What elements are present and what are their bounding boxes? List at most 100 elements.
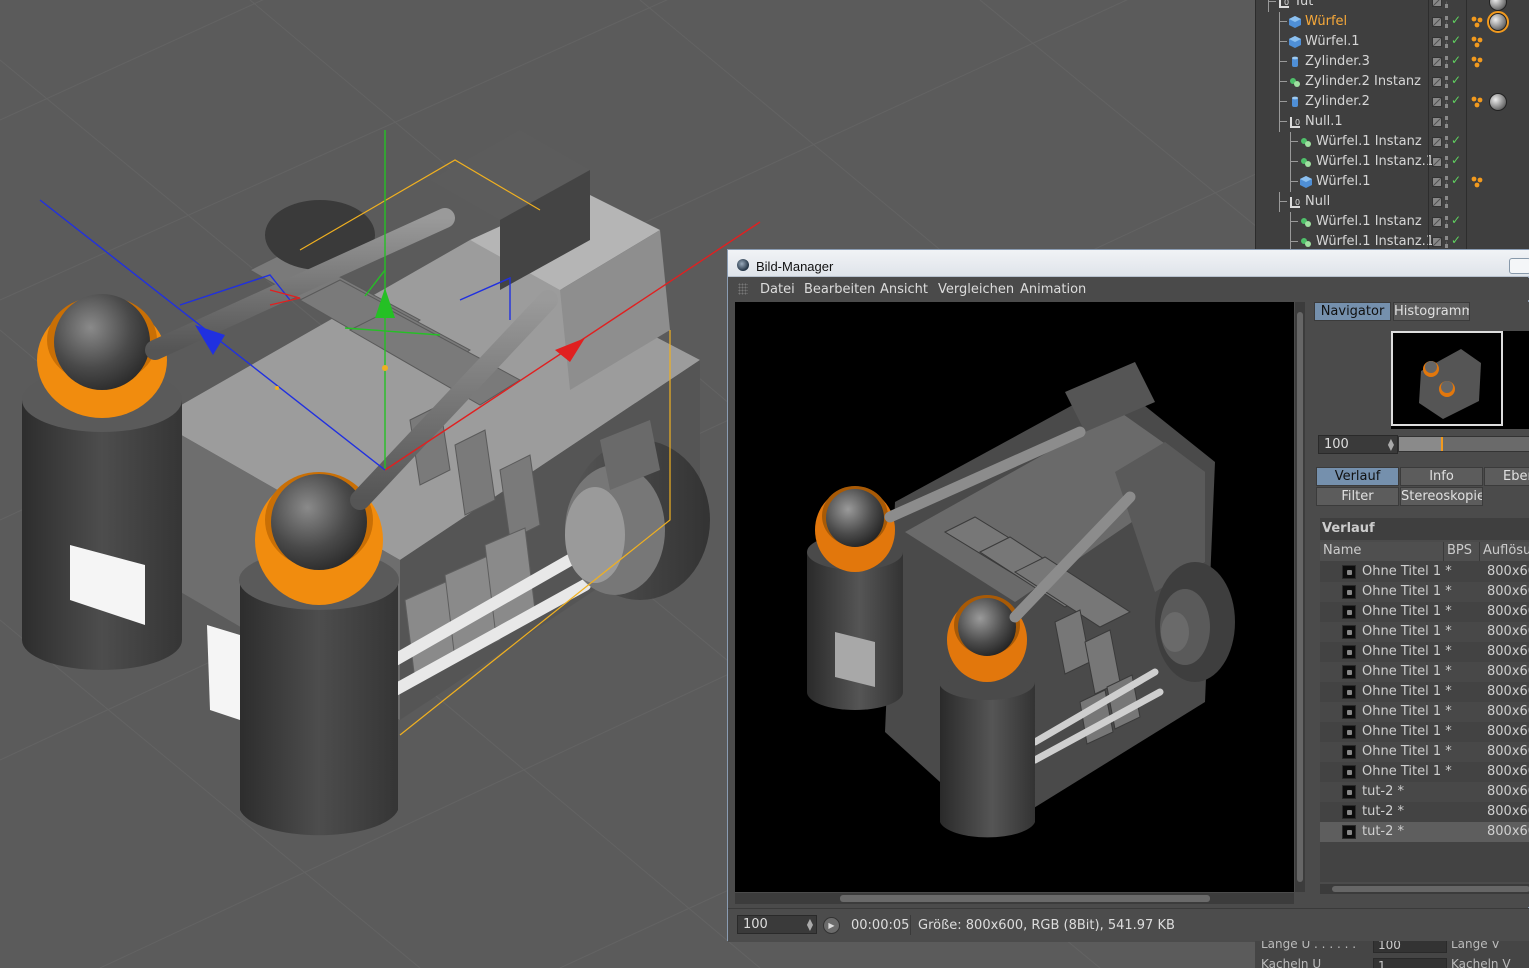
- object-name[interactable]: Tut: [1294, 0, 1313, 9]
- spinner-arrows-icon[interactable]: ▲ ▼: [1388, 438, 1394, 452]
- spinner-arrows-icon[interactable]: ▲ ▼: [807, 918, 813, 932]
- phong-tag-icon[interactable]: [1471, 56, 1483, 68]
- enabled-check-icon[interactable]: ✓: [1451, 233, 1461, 247]
- tab-histogramm[interactable]: Histogramm: [1393, 302, 1470, 321]
- verlauf-row[interactable]: tut-2 * 800x600: [1320, 782, 1529, 802]
- object-row[interactable]: Zylinder.3 ✓: [1256, 52, 1529, 72]
- scroll-thumb[interactable]: [1332, 886, 1529, 892]
- layer-icon[interactable]: [1432, 97, 1442, 107]
- tab-ebenen[interactable]: Ebenen: [1484, 467, 1529, 486]
- scroll-thumb[interactable]: [840, 895, 1210, 902]
- object-name[interactable]: Zylinder.3: [1305, 54, 1370, 69]
- layer-icon[interactable]: [1432, 217, 1442, 227]
- visibility-dots-icon[interactable]: [1445, 196, 1448, 208]
- visibility-dots-icon[interactable]: [1445, 176, 1448, 188]
- visibility-dots-icon[interactable]: [1445, 36, 1448, 48]
- navigator-thumbnail[interactable]: [1391, 331, 1529, 429]
- layer-icon[interactable]: [1432, 37, 1442, 47]
- object-manager[interactable]: 0 Tut Würfel ✓ Würfel.1 ✓ Zylinder.3 ✓ Zylinder.…: [1255, 0, 1529, 250]
- verlauf-row[interactable]: Ohne Titel 1 * 800x600: [1320, 582, 1529, 602]
- object-name[interactable]: Würfel.1 Instanz: [1316, 214, 1422, 229]
- menu-datei[interactable]: Datei: [760, 282, 795, 297]
- object-row[interactable]: 0 Tut: [1256, 0, 1529, 12]
- column-header-bps[interactable]: BPS: [1444, 542, 1480, 561]
- menu-ansicht[interactable]: Ansicht: [880, 282, 928, 297]
- window-minimize-button[interactable]: [1509, 258, 1529, 274]
- layer-icon[interactable]: [1432, 117, 1442, 127]
- tab-stereoskopie[interactable]: Stereoskopie: [1400, 487, 1483, 506]
- object-name[interactable]: Null.1: [1305, 114, 1343, 129]
- verlauf-row[interactable]: Ohne Titel 1 * 800x600: [1320, 742, 1529, 762]
- kacheln-u-input[interactable]: 1: [1373, 958, 1447, 968]
- enabled-check-icon[interactable]: ✓: [1451, 73, 1461, 87]
- object-row[interactable]: Würfel.1 Instanz ✓: [1256, 212, 1529, 232]
- layer-icon[interactable]: [1432, 137, 1442, 147]
- verlauf-row[interactable]: Ohne Titel 1 * 800x600: [1320, 602, 1529, 622]
- enabled-check-icon[interactable]: ✓: [1451, 13, 1461, 27]
- layer-icon[interactable]: [1432, 0, 1442, 7]
- verlauf-row[interactable]: Ohne Titel 1 * 800x600: [1320, 642, 1529, 662]
- verlauf-row[interactable]: Ohne Titel 1 * 800x600: [1320, 722, 1529, 742]
- verlauf-row[interactable]: Ohne Titel 1 * 800x600: [1320, 662, 1529, 682]
- object-row[interactable]: Würfel ✓: [1256, 11, 1529, 33]
- phong-tag-icon[interactable]: [1471, 36, 1483, 48]
- layer-icon[interactable]: [1432, 197, 1442, 207]
- object-row[interactable]: 0 Null.1: [1256, 112, 1529, 132]
- menu-animation[interactable]: Animation: [1020, 282, 1086, 297]
- object-row[interactable]: Zylinder.2 Instanz ✓: [1256, 72, 1529, 92]
- object-name[interactable]: Würfel.1: [1305, 34, 1360, 49]
- object-row[interactable]: Würfel.1 Instanz.1 ✓: [1256, 232, 1529, 250]
- render-canvas[interactable]: [735, 302, 1294, 892]
- enabled-check-icon[interactable]: ✓: [1451, 93, 1461, 107]
- visibility-dots-icon[interactable]: [1445, 236, 1448, 248]
- object-name[interactable]: Würfel.1 Instanz: [1316, 134, 1422, 149]
- object-name[interactable]: Würfel.1: [1316, 174, 1371, 189]
- navigator-zoom-slider[interactable]: [1398, 436, 1529, 452]
- object-name[interactable]: Würfel: [1305, 14, 1347, 29]
- verlauf-row[interactable]: Ohne Titel 1 * 800x600: [1320, 762, 1529, 782]
- window-titlebar[interactable]: Bild-Manager: [728, 250, 1529, 277]
- object-row[interactable]: Würfel.1 ✓: [1256, 32, 1529, 52]
- canvas-horizontal-scrollbar[interactable]: [735, 893, 1294, 904]
- verlauf-table[interactable]: Name BPS Auflösung Ohne Titel 1 * 800x600…: [1320, 542, 1529, 882]
- phong-tag-icon[interactable]: [1471, 16, 1483, 28]
- material-tag-icon[interactable]: [1489, 93, 1507, 111]
- scroll-thumb[interactable]: [1297, 312, 1303, 882]
- grip-handle-icon[interactable]: [738, 283, 748, 295]
- navigator-zoom-input[interactable]: 100 ▲ ▼: [1318, 435, 1398, 454]
- zoom-slider-handle[interactable]: [1440, 437, 1443, 451]
- layer-icon[interactable]: [1432, 17, 1442, 27]
- column-header-aufloesung[interactable]: Auflösung: [1480, 542, 1529, 561]
- tab-verlauf[interactable]: Verlauf: [1316, 467, 1399, 486]
- object-row[interactable]: Zylinder.2 ✓: [1256, 92, 1529, 112]
- phong-tag-icon[interactable]: [1471, 96, 1483, 108]
- verlauf-section-heading[interactable]: Verlauf: [1320, 518, 1529, 540]
- layer-icon[interactable]: [1432, 77, 1442, 87]
- object-name[interactable]: Null: [1305, 194, 1330, 209]
- canvas-vertical-scrollbar[interactable]: [1295, 302, 1305, 892]
- image-zoom-input[interactable]: 100 ▲ ▼: [737, 915, 817, 934]
- verlauf-horizontal-scrollbar[interactable]: [1320, 884, 1529, 894]
- object-name[interactable]: Zylinder.2: [1305, 94, 1370, 109]
- object-row[interactable]: Würfel.1 Instanz ✓: [1256, 132, 1529, 152]
- layer-icon[interactable]: [1432, 177, 1442, 187]
- visibility-dots-icon[interactable]: [1445, 16, 1448, 28]
- tab-filter[interactable]: Filter: [1316, 487, 1399, 506]
- object-row[interactable]: 0 Null: [1256, 192, 1529, 212]
- laenge-u-input[interactable]: 100: [1373, 941, 1447, 953]
- object-name[interactable]: Zylinder.2 Instanz: [1305, 74, 1421, 89]
- enabled-check-icon[interactable]: ✓: [1451, 53, 1461, 67]
- phong-tag-icon[interactable]: [1471, 176, 1483, 188]
- enabled-check-icon[interactable]: ✓: [1451, 213, 1461, 227]
- verlauf-row[interactable]: Ohne Titel 1 * 800x600: [1320, 682, 1529, 702]
- layer-icon[interactable]: [1432, 157, 1442, 167]
- material-tag-icon[interactable]: [1487, 11, 1509, 33]
- material-tag-icon[interactable]: [1489, 0, 1507, 11]
- visibility-dots-icon[interactable]: [1445, 216, 1448, 228]
- enabled-check-icon[interactable]: ✓: [1451, 173, 1461, 187]
- play-button[interactable]: ▶: [823, 917, 840, 934]
- column-header-name[interactable]: Name: [1320, 542, 1444, 561]
- enabled-check-icon[interactable]: ✓: [1451, 133, 1461, 147]
- layer-icon[interactable]: [1432, 57, 1442, 67]
- tab-info[interactable]: Info: [1400, 467, 1483, 486]
